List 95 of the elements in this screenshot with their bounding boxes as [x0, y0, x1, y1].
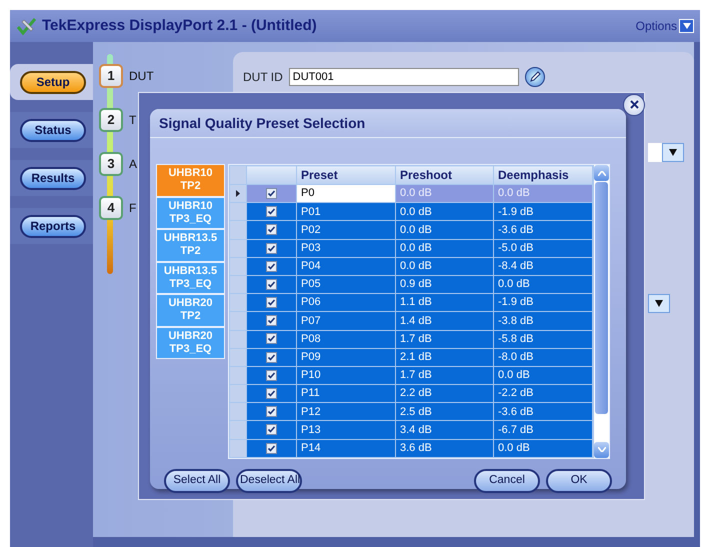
step-number[interactable]: 4 — [99, 196, 123, 220]
nav-button[interactable]: Reports — [20, 214, 86, 238]
table-cell: -1.9 dB — [494, 294, 592, 312]
column-header: Deemphasis — [494, 166, 592, 184]
checkbox[interactable] — [266, 442, 277, 454]
dialog-button[interactable]: Deselect All — [236, 468, 302, 493]
step-label[interactable]: T — [129, 113, 136, 127]
scroll-down-button[interactable] — [594, 442, 609, 458]
table-cell: P11 — [296, 384, 396, 403]
table-cell: -2.2 dB — [494, 384, 592, 403]
table-cell: P03 — [296, 239, 396, 258]
dropdown-field[interactable] — [648, 143, 662, 162]
table-cell: 0.0 dB — [396, 257, 494, 276]
nav-button[interactable]: Status — [20, 118, 86, 142]
checkbox[interactable] — [266, 424, 277, 436]
table-cell: P04 — [296, 257, 396, 276]
checkbox[interactable] — [266, 260, 277, 272]
table-cell: -8.0 dB — [494, 348, 592, 366]
dialog-title: Signal Quality Preset Selection — [150, 109, 626, 138]
table-cell: 0.0 dB — [494, 275, 592, 294]
table-cell: P08 — [296, 330, 396, 348]
table-cell: P09 — [296, 348, 396, 366]
table-cell: P12 — [296, 402, 396, 421]
checkbox[interactable] — [266, 388, 277, 399]
checkbox[interactable] — [266, 370, 277, 381]
scrollbar-thumb[interactable] — [595, 182, 608, 414]
table-cell: 0.0 dB — [494, 184, 592, 203]
table-cell: P06 — [296, 294, 396, 312]
dialog-button[interactable]: Cancel — [474, 468, 540, 493]
table-cell: 0.9 dB — [396, 275, 494, 294]
table-cell: -3.6 dB — [494, 402, 592, 421]
step-number[interactable]: 3 — [99, 152, 123, 176]
pencil-icon — [528, 71, 541, 83]
checkbox[interactable] — [266, 333, 277, 344]
dialog-button[interactable]: OK — [546, 468, 612, 493]
table-cell: -1.9 dB — [494, 202, 592, 221]
column-header: Preshoot — [396, 166, 494, 184]
table-cell: 2.2 dB — [396, 384, 494, 403]
step-label[interactable]: DUT — [129, 69, 154, 83]
table-cell: 2.5 dB — [396, 402, 494, 421]
table-cell: 1.1 dB — [396, 294, 494, 312]
chevron-up-icon — [598, 170, 606, 176]
checkbox[interactable] — [266, 278, 277, 290]
edit-button[interactable] — [524, 67, 545, 87]
table-cell: P10 — [296, 366, 396, 385]
step-number[interactable]: 1 — [99, 64, 123, 88]
checkbox[interactable] — [266, 188, 277, 199]
step-label[interactable]: F — [129, 201, 136, 215]
table-cell: -5.0 dB — [494, 239, 592, 258]
table-cell: P0 — [296, 184, 396, 203]
table-cell: 2.1 dB — [396, 348, 494, 366]
dut-id-field[interactable]: DUT001 — [288, 68, 519, 86]
table-cell: 0.0 dB — [396, 202, 494, 221]
nav-button[interactable]: Setup — [20, 70, 86, 94]
dialog-button[interactable]: Select All — [164, 468, 230, 493]
options-menu[interactable]: Options — [636, 17, 677, 35]
table-cell: P01 — [296, 202, 396, 221]
column-header: Preset — [296, 166, 396, 184]
dut-id-label: DUT ID — [243, 69, 283, 86]
checkbox[interactable] — [266, 224, 277, 236]
table-cell: -6.7 dB — [494, 420, 592, 440]
table-cell: -3.8 dB — [494, 312, 592, 330]
table-cell: 0.0 dB — [396, 184, 494, 203]
checkbox[interactable] — [266, 352, 277, 363]
checkbox[interactable] — [266, 315, 277, 326]
window-title: TekExpress DisplayPort 2.1 - (Untitled) — [42, 16, 317, 36]
table-cell: 0.0 dB — [494, 439, 592, 458]
logo-icon — [16, 16, 38, 36]
table-cell: 3.6 dB — [396, 439, 494, 458]
table-cell: -8.4 dB — [494, 257, 592, 276]
step-label[interactable]: A — [129, 157, 138, 171]
scroll-up-button[interactable] — [594, 165, 609, 181]
close-icon — [630, 100, 638, 110]
step-number[interactable]: 2 — [99, 108, 123, 132]
table-cell: P14 — [296, 439, 396, 458]
chevron-down-icon — [598, 447, 606, 452]
checkbox[interactable] — [266, 206, 277, 218]
table-cell: 0.0 dB — [396, 220, 494, 240]
nav-button[interactable]: Results — [20, 166, 86, 190]
table-cell: 0.0 dB — [494, 366, 592, 385]
close-button[interactable] — [623, 94, 645, 116]
checkbox[interactable] — [266, 242, 277, 254]
checkbox[interactable] — [266, 406, 277, 418]
table-cell: P13 — [296, 420, 396, 440]
table-cell: P07 — [296, 312, 396, 330]
checkbox[interactable] — [266, 297, 277, 308]
table-cell: -5.8 dB — [494, 330, 592, 348]
table-cell: 3.4 dB — [396, 420, 494, 440]
table-cell: 1.4 dB — [396, 312, 494, 330]
table-cell: -3.6 dB — [494, 220, 592, 240]
table-cell: 1.7 dB — [396, 330, 494, 348]
table-cell: P02 — [296, 220, 396, 240]
table-cell: P05 — [296, 275, 396, 294]
table-cell: 0.0 dB — [396, 239, 494, 258]
table-cell: 1.7 dB — [396, 366, 494, 385]
